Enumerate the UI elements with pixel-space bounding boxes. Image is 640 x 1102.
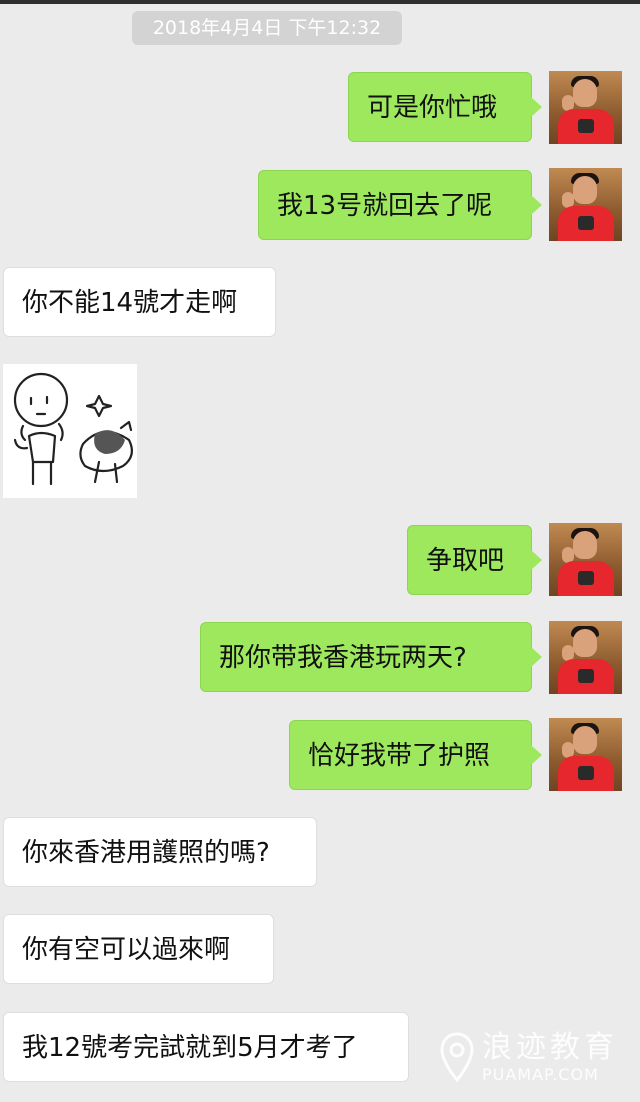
sent-message-bubble[interactable]: 争取吧 (407, 525, 542, 595)
user-avatar[interactable] (549, 621, 622, 694)
user-avatar[interactable] (549, 168, 622, 241)
status-bar-edge (0, 0, 640, 4)
location-pin-icon (440, 1032, 474, 1082)
watermark-site: PUAMAP.COM (482, 1065, 599, 1084)
sticker-drawing-icon (13, 372, 134, 486)
watermark-brand-name: 浪迹教育 (482, 1030, 618, 1065)
received-message-bubble[interactable]: 我12號考完試就到5月才考了 (3, 1012, 409, 1082)
sent-message-bubble[interactable]: 我13号就回去了呢 (258, 170, 542, 240)
user-avatar[interactable] (549, 718, 622, 791)
user-avatar[interactable] (549, 71, 622, 144)
sent-message-bubble[interactable]: 恰好我带了护照 (289, 720, 542, 790)
sent-message-bubble[interactable]: 那你带我香港玩两天? (200, 622, 542, 692)
sent-message-bubble[interactable]: 可是你忙哦 (348, 72, 542, 142)
watermark: 浪迹教育 PUAMAP.COM (440, 1030, 635, 1090)
message-timestamp: 2018年4月4日 下午12:32 (132, 11, 402, 45)
sticker-image[interactable] (3, 364, 137, 498)
received-message-bubble[interactable]: 你來香港用護照的嗎? (3, 817, 317, 887)
user-avatar[interactable] (549, 523, 622, 596)
received-message-bubble[interactable]: 你不能14號才走啊 (3, 267, 276, 337)
received-message-bubble[interactable]: 你有空可以過來啊 (3, 914, 274, 984)
